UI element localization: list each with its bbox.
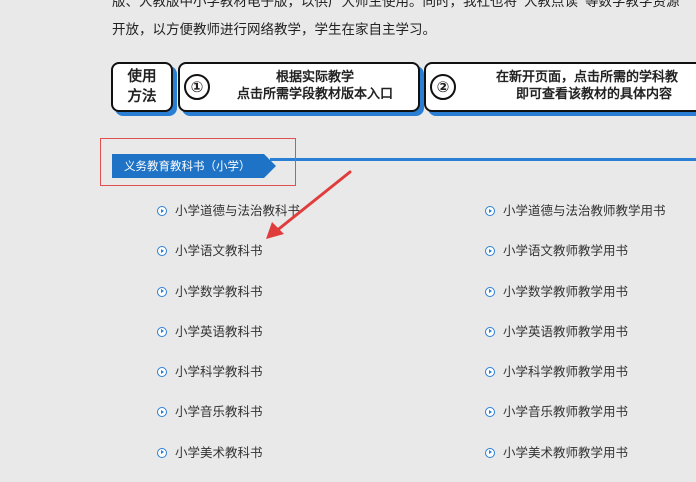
teacher-book-item[interactable]: 小学英语教师教学用书 [485, 321, 666, 361]
teacher-book-item-label: 小学英语教师教学用书 [503, 323, 629, 339]
highlight-frame [100, 138, 296, 186]
teacher-book-item[interactable]: 小学道德与法治教师教学用书 [485, 200, 666, 240]
play-circle-icon [157, 286, 167, 297]
teacher-book-item[interactable]: 小学数学教师教学用书 [485, 281, 666, 321]
teacher-book-item-label: 小学科学教师教学用书 [503, 364, 629, 380]
teacher-book-item-label: 小学美术教师教学用书 [503, 444, 629, 460]
step-1-line-2: 点击所需学段教材版本入口 [236, 87, 393, 102]
teacher-book-item-label: 小学语文教师教学用书 [503, 243, 629, 259]
teacher-book-item[interactable]: 小学美术教师教学用书 [485, 442, 666, 482]
textbook-item[interactable]: 小学道德与法治教科书 [157, 200, 300, 240]
step-2-line-1: 在新开页面，点击所需的学科教 [496, 70, 679, 85]
play-circle-icon [485, 286, 495, 297]
textbook-item-label: 小学道德与法治教科书 [175, 203, 301, 218]
textbook-list: 小学道德与法治教科书 小学语文教科书 小学数学教科书 小学英语教科书 小学科学教科书 小学… [157, 200, 300, 482]
step-2-number: ② [430, 74, 456, 100]
textbook-item[interactable]: 小学美术教科书 [157, 442, 300, 482]
usage-step-2: ② 在新开页面，点击所需的学科教 即可查看该教材的具体内容 [424, 62, 696, 112]
step-1-line-1: 根据实际教学 [275, 70, 354, 85]
textbook-item[interactable]: 小学数学教科书 [157, 281, 300, 321]
textbook-item[interactable]: 小学科学教科书 [157, 361, 300, 401]
usage-label-box: 使用方法 [111, 62, 173, 112]
teacher-book-item[interactable]: 小学科学教师教学用书 [485, 361, 666, 401]
textbook-item-label: 小学美术教科书 [175, 444, 263, 460]
step-2-line-2: 即可查看该教材的具体内容 [516, 87, 673, 102]
textbook-item[interactable]: 小学英语教科书 [157, 321, 300, 361]
play-circle-icon [157, 407, 167, 418]
textbook-item-label: 小学科学教科书 [175, 364, 263, 380]
play-circle-icon [485, 246, 495, 257]
step-2-text: 在新开页面，点击所需的学科教 即可查看该教材的具体内容 [456, 69, 696, 103]
play-circle-icon [485, 206, 495, 216]
usage-label: 使用方法 [127, 69, 157, 105]
play-circle-icon [485, 447, 495, 458]
intro-text: 版、人教版中小学教材电子版，以供广大师生使用。同时，我社也将“人教点读”等数字教… [112, 0, 696, 44]
step-1-text: 根据实际教学 点击所需学段教材版本入口 [210, 69, 420, 103]
play-circle-icon [157, 326, 167, 337]
teacher-book-item-label: 小学道德与法治教师教学用书 [503, 203, 666, 218]
teacher-book-list: 小学道德与法治教师教学用书 小学语文教师教学用书 小学数学教师教学用书 小学英语教师教… [485, 200, 666, 482]
usage-step-1: ① 根据实际教学 点击所需学段教材版本入口 [178, 62, 420, 112]
intro-line-1: 版、人教版中小学教材电子版，以供广大师生使用。同时，我社也将“人教点读”等数字教… [112, 0, 680, 10]
teacher-book-item-label: 小学数学教师教学用书 [503, 283, 629, 299]
intro-line-2: 开放，以方便教师进行网络教学，学生在家自主学习。 [112, 22, 436, 38]
step-1-number: ① [184, 74, 210, 100]
play-circle-icon [485, 367, 495, 378]
teacher-book-item[interactable]: 小学音乐教师教学用书 [485, 401, 666, 441]
play-circle-icon [485, 407, 495, 418]
play-circle-icon [485, 326, 495, 337]
teacher-book-item-label: 小学音乐教师教学用书 [503, 404, 629, 420]
play-circle-icon [157, 447, 167, 458]
textbook-item-label: 小学语文教科书 [175, 243, 263, 259]
section-divider-line [270, 158, 696, 161]
play-circle-icon [157, 206, 167, 216]
textbook-item-label: 小学数学教科书 [175, 283, 263, 299]
teacher-book-item[interactable]: 小学语文教师教学用书 [485, 240, 666, 280]
textbook-item[interactable]: 小学语文教科书 [157, 240, 300, 280]
textbook-item-label: 小学英语教科书 [175, 323, 263, 339]
textbook-item-label: 小学音乐教科书 [175, 404, 263, 420]
textbook-item[interactable]: 小学音乐教科书 [157, 401, 300, 441]
play-circle-icon [157, 246, 167, 257]
play-circle-icon [157, 367, 167, 378]
